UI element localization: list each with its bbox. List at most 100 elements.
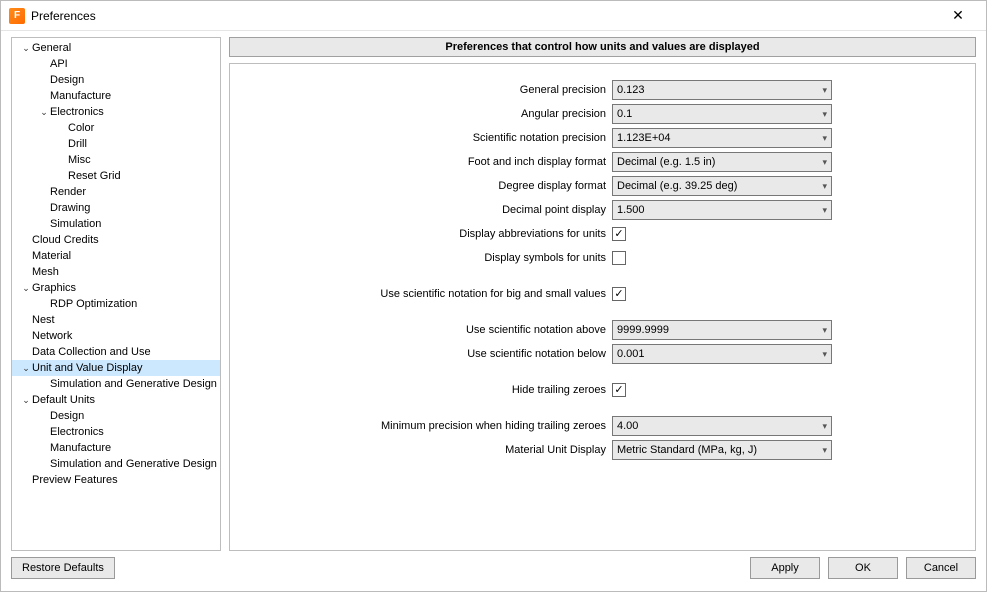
cancel-button[interactable]: Cancel (906, 557, 976, 579)
tree-item[interactable]: Simulation and Generative Design (12, 376, 220, 392)
angular-precision-select[interactable]: 0.1▾ (612, 104, 832, 124)
chevron-down-icon[interactable]: ⌄ (20, 360, 32, 376)
tree-item[interactable]: Mesh (12, 264, 220, 280)
tree-item[interactable]: API (12, 56, 220, 72)
tree-item-label: Design (50, 408, 84, 424)
chevron-down-icon: ▾ (822, 349, 827, 360)
tree-item-label: General (32, 40, 71, 56)
min-prec-select[interactable]: 4.00▾ (612, 416, 832, 436)
tree-item[interactable]: Nest (12, 312, 220, 328)
apply-button[interactable]: Apply (750, 557, 820, 579)
degree-format-select[interactable]: Decimal (e.g. 39.25 deg)▾ (612, 176, 832, 196)
tree-item[interactable]: ⌄General (12, 40, 220, 56)
tree-item-label: Electronics (50, 424, 104, 440)
tree-item-label: RDP Optimization (50, 296, 137, 312)
ok-button[interactable]: OK (828, 557, 898, 579)
symbols-checkbox[interactable] (612, 251, 626, 265)
tree-item-label: Cloud Credits (32, 232, 99, 248)
tree-item-label: Graphics (32, 280, 76, 296)
tree-item[interactable]: Manufacture (12, 440, 220, 456)
chevron-down-icon[interactable]: ⌄ (20, 40, 32, 56)
label-degree-format: Degree display format (230, 180, 612, 192)
label-sci-below: Use scientific notation below (230, 348, 612, 360)
foot-inch-select[interactable]: Decimal (e.g. 1.5 in)▾ (612, 152, 832, 172)
tree-item-label: Default Units (32, 392, 95, 408)
tree-item[interactable]: Design (12, 408, 220, 424)
chevron-down-icon: ▾ (822, 157, 827, 168)
chevron-down-icon[interactable]: ⌄ (20, 280, 32, 296)
tree-item[interactable]: ⌄Default Units (12, 392, 220, 408)
chevron-down-icon: ▾ (822, 85, 827, 96)
tree-item[interactable]: Simulation and Generative Design (12, 456, 220, 472)
label-decimal-point: Decimal point display (230, 204, 612, 216)
titlebar: F Preferences ✕ (1, 1, 986, 31)
form-area: General precision0.123▾ Angular precisio… (229, 63, 976, 551)
tree-item[interactable]: Manufacture (12, 88, 220, 104)
chevron-down-icon: ▾ (822, 181, 827, 192)
tree-item-label: Render (50, 184, 86, 200)
scientific-precision-select[interactable]: 1.123E+04▾ (612, 128, 832, 148)
chevron-down-icon: ▾ (822, 421, 827, 432)
label-symbols: Display symbols for units (230, 252, 612, 264)
tree-item[interactable]: ⌄Electronics (12, 104, 220, 120)
abbrev-checkbox[interactable] (612, 227, 626, 241)
tree-item[interactable]: Render (12, 184, 220, 200)
panel-header: Preferences that control how units and v… (229, 37, 976, 57)
tree-item-label: Simulation and Generative Design (50, 456, 217, 472)
tree-item[interactable]: Drill (12, 136, 220, 152)
tree-item[interactable]: Reset Grid (12, 168, 220, 184)
tree-item[interactable]: Material (12, 248, 220, 264)
chevron-down-icon: ▾ (822, 133, 827, 144)
tree-item-label: Simulation (50, 216, 101, 232)
sci-big-small-checkbox[interactable] (612, 287, 626, 301)
label-hide-zero: Hide trailing zeroes (230, 384, 612, 396)
tree-item[interactable]: Design (12, 72, 220, 88)
label-min-prec: Minimum precision when hiding trailing z… (230, 420, 612, 432)
tree-item[interactable]: Misc (12, 152, 220, 168)
sci-above-select[interactable]: 9999.9999▾ (612, 320, 832, 340)
close-icon[interactable]: ✕ (938, 7, 978, 24)
chevron-down-icon: ▾ (822, 445, 827, 456)
general-precision-select[interactable]: 0.123▾ (612, 80, 832, 100)
material-unit-select[interactable]: Metric Standard (MPa, kg, J)▾ (612, 440, 832, 460)
label-angular-precision: Angular precision (230, 108, 612, 120)
tree-item-label: Design (50, 72, 84, 88)
hide-zero-checkbox[interactable] (612, 383, 626, 397)
tree-item[interactable]: Preview Features (12, 472, 220, 488)
tree-item-label: Preview Features (32, 472, 118, 488)
decimal-point-select[interactable]: 1.500▾ (612, 200, 832, 220)
label-abbrev: Display abbreviations for units (230, 228, 612, 240)
tree-item[interactable]: Color (12, 120, 220, 136)
tree-item[interactable]: Cloud Credits (12, 232, 220, 248)
tree-item-label: Network (32, 328, 72, 344)
tree-item[interactable]: Drawing (12, 200, 220, 216)
sci-below-select[interactable]: 0.001▾ (612, 344, 832, 364)
tree-item[interactable]: Network (12, 328, 220, 344)
tree-item-label: Reset Grid (68, 168, 121, 184)
chevron-down-icon: ▾ (822, 109, 827, 120)
chevron-down-icon: ▾ (822, 205, 827, 216)
tree-item-label: API (50, 56, 68, 72)
tree-item[interactable]: RDP Optimization (12, 296, 220, 312)
tree-item-label: Color (68, 120, 94, 136)
tree-item-label: Material (32, 248, 71, 264)
window-title: Preferences (31, 9, 96, 23)
tree-item[interactable]: Data Collection and Use (12, 344, 220, 360)
tree-item[interactable]: ⌄Unit and Value Display (12, 360, 220, 376)
footer: Restore Defaults Apply OK Cancel (1, 551, 986, 589)
tree-item[interactable]: Electronics (12, 424, 220, 440)
chevron-down-icon[interactable]: ⌄ (38, 104, 50, 120)
nav-tree[interactable]: ⌄GeneralAPIDesignManufacture⌄Electronics… (11, 37, 221, 551)
label-scientific-precision: Scientific notation precision (230, 132, 612, 144)
label-foot-inch: Foot and inch display format (230, 156, 612, 168)
chevron-down-icon[interactable]: ⌄ (20, 392, 32, 408)
label-sci-above: Use scientific notation above (230, 324, 612, 336)
tree-item[interactable]: Simulation (12, 216, 220, 232)
tree-item-label: Simulation and Generative Design (50, 376, 217, 392)
app-icon: F (9, 8, 25, 24)
tree-item-label: Data Collection and Use (32, 344, 151, 360)
tree-item-label: Manufacture (50, 440, 111, 456)
restore-defaults-button[interactable]: Restore Defaults (11, 557, 115, 579)
tree-item[interactable]: ⌄Graphics (12, 280, 220, 296)
label-general-precision: General precision (230, 84, 612, 96)
